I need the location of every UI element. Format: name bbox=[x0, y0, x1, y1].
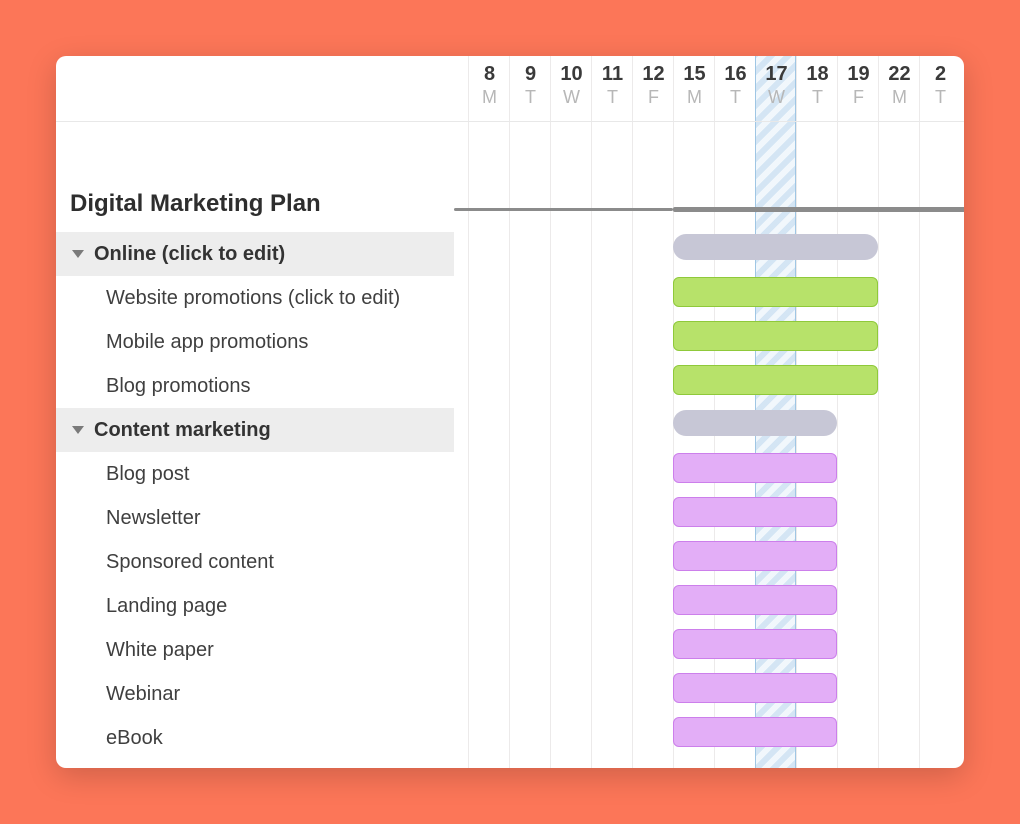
task-row[interactable]: Webinar bbox=[56, 672, 454, 716]
day-header: 18T bbox=[797, 56, 838, 109]
day-weekday: M bbox=[879, 86, 920, 109]
day-header: 12F bbox=[633, 56, 674, 109]
task-row[interactable]: Newsletter bbox=[56, 496, 454, 540]
day-weekday: W bbox=[756, 86, 797, 109]
day-column[interactable]: 17W bbox=[755, 56, 796, 121]
grid-column bbox=[714, 122, 755, 768]
header: 8M9T10W11T12F15M16T17W18T19F22M2T bbox=[56, 56, 964, 122]
task-bar[interactable] bbox=[673, 717, 837, 747]
day-column[interactable]: 18T bbox=[796, 56, 837, 121]
plan-title[interactable]: Digital Marketing Plan bbox=[56, 190, 454, 232]
day-header: 19F bbox=[838, 56, 879, 109]
day-weekday: W bbox=[551, 86, 592, 109]
grid-column bbox=[837, 122, 878, 768]
day-header: 11T bbox=[592, 56, 633, 109]
day-weekday: F bbox=[838, 86, 879, 109]
task-row[interactable]: Blog post bbox=[56, 452, 454, 496]
grid-column bbox=[878, 122, 919, 768]
day-number: 17 bbox=[756, 63, 797, 86]
day-weekday: T bbox=[510, 86, 551, 109]
day-number: 11 bbox=[592, 63, 633, 86]
timeline-header[interactable]: 8M9T10W11T12F15M16T17W18T19F22M2T bbox=[454, 56, 964, 121]
day-number: 16 bbox=[715, 63, 756, 86]
grid-column bbox=[919, 122, 960, 768]
day-weekday: T bbox=[592, 86, 633, 109]
day-weekday: T bbox=[920, 86, 961, 109]
group-summary-bar[interactable] bbox=[673, 410, 837, 436]
day-header: 10W bbox=[551, 56, 592, 109]
task-bar[interactable] bbox=[673, 629, 837, 659]
chevron-down-icon[interactable] bbox=[72, 250, 84, 258]
day-column[interactable]: 15M bbox=[673, 56, 714, 121]
day-column[interactable]: 16T bbox=[714, 56, 755, 121]
day-column[interactable]: 9T bbox=[509, 56, 550, 121]
day-column[interactable]: 2T bbox=[919, 56, 960, 121]
day-header: 17W bbox=[756, 56, 797, 109]
day-number: 18 bbox=[797, 63, 838, 86]
day-column[interactable]: 11T bbox=[591, 56, 632, 121]
project-summary-bar bbox=[454, 208, 673, 211]
day-number: 10 bbox=[551, 63, 592, 86]
task-bar[interactable] bbox=[673, 585, 837, 615]
day-header: 2T bbox=[920, 56, 961, 109]
task-bar[interactable] bbox=[673, 673, 837, 703]
day-column[interactable]: 12F bbox=[632, 56, 673, 121]
grid-column bbox=[673, 122, 714, 768]
task-bar[interactable] bbox=[673, 321, 878, 351]
group-row[interactable]: Content marketing bbox=[56, 408, 454, 452]
day-number: 9 bbox=[510, 63, 551, 86]
grid-column bbox=[550, 122, 591, 768]
grid-column bbox=[755, 122, 796, 768]
header-spacer bbox=[56, 56, 454, 121]
gantt-chart[interactable] bbox=[454, 122, 964, 768]
task-bar[interactable] bbox=[673, 453, 837, 483]
task-tree: Digital Marketing Plan Online (click to … bbox=[56, 122, 454, 768]
task-row[interactable]: Sponsored content bbox=[56, 540, 454, 584]
day-weekday: T bbox=[715, 86, 756, 109]
day-column[interactable]: 8M bbox=[468, 56, 509, 121]
day-header: 15M bbox=[674, 56, 715, 109]
group-row[interactable]: Online (click to edit) bbox=[56, 232, 454, 276]
day-header: 9T bbox=[510, 56, 551, 109]
task-row[interactable]: Landing page bbox=[56, 584, 454, 628]
task-bar[interactable] bbox=[673, 365, 878, 395]
day-weekday: M bbox=[469, 86, 510, 109]
grid-column bbox=[509, 122, 550, 768]
group-summary-bar[interactable] bbox=[673, 234, 878, 260]
grid-column bbox=[796, 122, 837, 768]
day-weekday: M bbox=[674, 86, 715, 109]
day-number: 22 bbox=[879, 63, 920, 86]
task-row[interactable]: eBook bbox=[56, 716, 454, 760]
day-number: 12 bbox=[633, 63, 674, 86]
day-column[interactable]: 10W bbox=[550, 56, 591, 121]
task-bar[interactable] bbox=[673, 541, 837, 571]
day-header: 22M bbox=[879, 56, 920, 109]
day-number: 8 bbox=[469, 63, 510, 86]
day-header: 16T bbox=[715, 56, 756, 109]
grid-column bbox=[468, 122, 509, 768]
day-number: 19 bbox=[838, 63, 879, 86]
grid-column bbox=[591, 122, 632, 768]
task-row[interactable]: Blog promotions bbox=[56, 364, 454, 408]
task-row[interactable]: Mobile app promotions bbox=[56, 320, 454, 364]
gantt-window: 8M9T10W11T12F15M16T17W18T19F22M2T Digita… bbox=[56, 56, 964, 768]
day-header: 8M bbox=[469, 56, 510, 109]
group-label: Content marketing bbox=[94, 419, 271, 442]
chevron-down-icon[interactable] bbox=[72, 426, 84, 434]
day-column[interactable]: 22M bbox=[878, 56, 919, 121]
task-row[interactable]: Website promotions (click to edit) bbox=[56, 276, 454, 320]
body: Digital Marketing Plan Online (click to … bbox=[56, 122, 964, 768]
day-number: 15 bbox=[674, 63, 715, 86]
project-summary-bar bbox=[673, 207, 964, 212]
task-row[interactable]: White paper bbox=[56, 628, 454, 672]
group-label: Online (click to edit) bbox=[94, 243, 285, 266]
day-column[interactable]: 19F bbox=[837, 56, 878, 121]
task-bar[interactable] bbox=[673, 497, 837, 527]
task-bar[interactable] bbox=[673, 277, 878, 307]
day-weekday: F bbox=[633, 86, 674, 109]
grid-column bbox=[632, 122, 673, 768]
day-weekday: T bbox=[797, 86, 838, 109]
day-number: 2 bbox=[920, 63, 961, 86]
